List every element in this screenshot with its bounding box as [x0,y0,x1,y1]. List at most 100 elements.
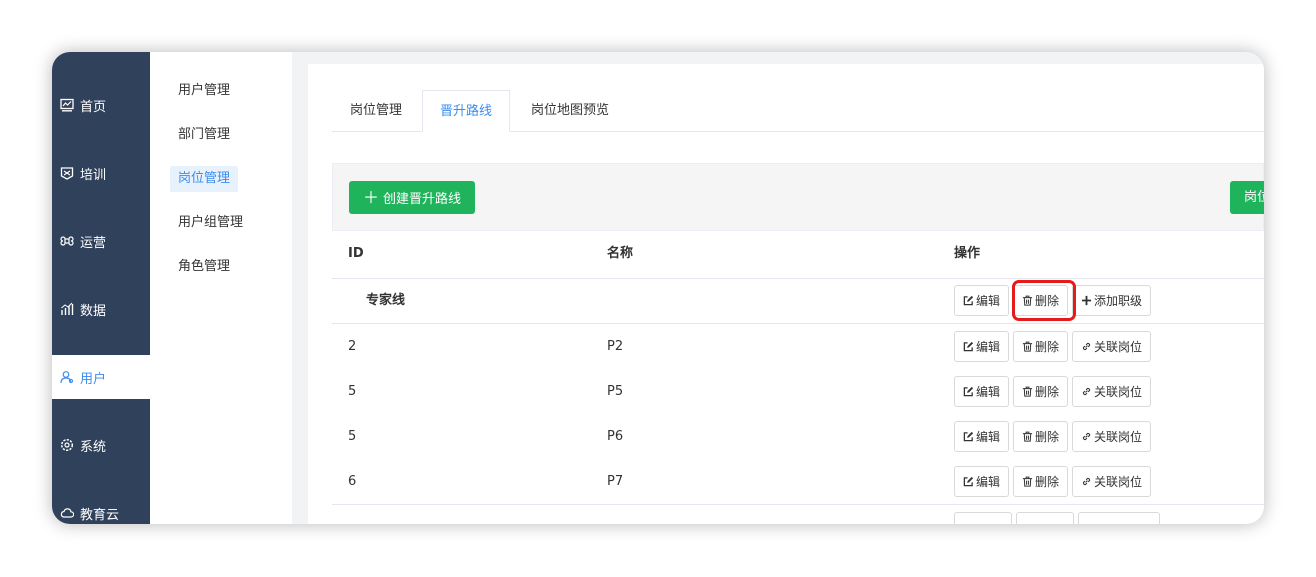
table-row: 5 P5 编辑 删除 关联岗位 [332,369,1264,414]
tab-position-management[interactable]: 岗位管理 [332,90,420,131]
edit-icon [963,386,974,397]
row-actions: 编辑 删除 关联岗位 [954,331,1152,362]
dashboard-icon [60,98,74,112]
nav-item-user[interactable]: 用户 [52,355,150,399]
row-name: P2 [607,339,624,354]
nav-label: 用户 [80,371,107,387]
link-position-label: 关联岗位 [1094,340,1143,354]
row-actions [954,512,1160,524]
trash-icon [1022,295,1033,306]
link-position-button[interactable]: 关联岗位 [1072,376,1152,407]
tab-bar: 岗位管理 晋升路线 岗位地图预览 [332,90,1264,132]
nav-label: 数据 [80,303,107,319]
edit-button[interactable]: 编辑 [954,331,1010,362]
nav-item-home[interactable]: 首页 [52,83,150,127]
position-button[interactable]: 岗位 [1230,181,1264,214]
main-content: 岗位管理 晋升路线 岗位地图预览 ＋创建晋升路线 岗位 ID 名称 操作 专家线… [308,64,1264,524]
link-position-button[interactable]: 关联岗位 [1072,331,1152,362]
add-level-label: 添加职级 [1094,294,1143,308]
create-promotion-path-button[interactable]: ＋创建晋升路线 [349,181,476,214]
edit-label: 编辑 [976,430,1001,444]
group-name: 专家线 [366,293,406,308]
subnav-item-position-management[interactable]: 岗位管理 [170,166,239,192]
nav-label: 培训 [80,167,107,183]
edit-button[interactable] [954,512,1012,524]
edit-icon [963,295,974,306]
nav-item-edu-cloud[interactable]: 教育云 [52,491,150,524]
command-icon [60,236,74,246]
delete-button[interactable]: 删除 [1013,331,1069,362]
delete-button[interactable] [1016,512,1074,524]
subnav-item-usergroup-management[interactable]: 用户组管理 [170,210,251,236]
delete-button[interactable]: 删除 [1013,421,1069,452]
subnav-item-department-management[interactable]: 部门管理 [170,122,238,148]
position-button-label: 岗位 [1244,190,1264,205]
edit-button[interactable]: 编辑 [954,466,1010,497]
edit-button[interactable]: 编辑 [954,376,1010,407]
edit-button[interactable]: 编辑 [954,421,1010,452]
chart-icon [61,302,74,315]
delete-label: 删除 [1035,475,1060,489]
nav-label: 运营 [80,235,107,251]
nav-item-training[interactable]: 培训 [52,151,150,195]
row-name: P7 [607,474,624,489]
nav-item-operations[interactable]: 运营 [52,219,150,263]
delete-label: 删除 [1035,340,1060,354]
plus-icon [1081,295,1092,306]
row-actions: 编辑 删除 关联岗位 [954,376,1152,407]
column-header-name: 名称 [607,246,634,261]
nav-label: 教育云 [80,507,120,523]
add-level-button[interactable] [1078,512,1160,524]
row-actions: 编辑 删除 关联岗位 [954,421,1152,452]
edit-icon [963,431,974,442]
table-header: ID 名称 操作 [332,231,1264,279]
cloud-icon [60,508,74,518]
edit-icon [963,341,974,352]
trash-icon [1022,431,1033,442]
trash-icon [1022,386,1033,397]
nav-label: 系统 [80,439,107,455]
delete-button[interactable]: 删除 [1013,376,1069,407]
row-name: P5 [607,384,624,399]
row-actions: 编辑 删除 关联岗位 [954,466,1152,497]
table-row: 2 P2 编辑 删除 关联岗位 [332,324,1264,369]
nav-item-data[interactable]: 数据 [52,287,150,331]
nav-label: 首页 [80,99,107,115]
link-position-label: 关联岗位 [1094,385,1143,399]
link-position-label: 关联岗位 [1094,475,1143,489]
edit-label: 编辑 [976,475,1001,489]
user-icon [60,371,74,384]
edit-button[interactable]: 编辑 [954,285,1010,316]
table-row: 6 P7 编辑 删除 关联岗位 [332,459,1264,505]
link-position-button[interactable]: 关联岗位 [1072,466,1152,497]
delete-label: 删除 [1035,385,1060,399]
row-id: 5 [348,429,357,444]
subnav-item-user-management[interactable]: 用户管理 [170,78,238,104]
main-sidebar: 首页 培训 运营 数据 用户 系统 教育云 [52,52,150,524]
row-id: 5 [348,384,357,399]
plus-icon: ＋ [363,188,380,207]
edit-label: 编辑 [976,385,1001,399]
row-name: P6 [607,429,624,444]
toolbar: ＋创建晋升路线 岗位 [332,163,1264,231]
delete-label: 删除 [1035,294,1060,308]
edit-label: 编辑 [976,294,1001,308]
add-level-button[interactable]: 添加职级 [1072,285,1152,316]
subnav-item-role-management[interactable]: 角色管理 [170,254,238,280]
link-icon [1082,342,1091,351]
app-window: 首页 培训 运营 数据 用户 系统 教育云 用户管理 部门管理 岗位管理 用户组… [52,52,1264,524]
table-row: 5 P6 编辑 删除 关联岗位 [332,414,1264,459]
training-icon [60,167,74,180]
tab-promotion-path[interactable]: 晋升路线 [422,90,510,132]
promotion-path-table: ID 名称 操作 专家线 编辑 删除 添加职级 2 P2 编辑 删除 关联岗位 [332,231,1264,524]
table-row-partial [332,505,1264,524]
link-icon [1082,387,1091,396]
row-id: 2 [348,339,357,354]
row-id: 6 [348,474,357,489]
tab-position-map-preview[interactable]: 岗位地图预览 [512,90,628,131]
delete-button[interactable]: 删除 [1013,466,1069,497]
nav-item-system[interactable]: 系统 [52,423,150,467]
link-icon [1082,477,1091,486]
delete-button[interactable]: 删除 [1013,285,1069,316]
link-position-button[interactable]: 关联岗位 [1072,421,1152,452]
